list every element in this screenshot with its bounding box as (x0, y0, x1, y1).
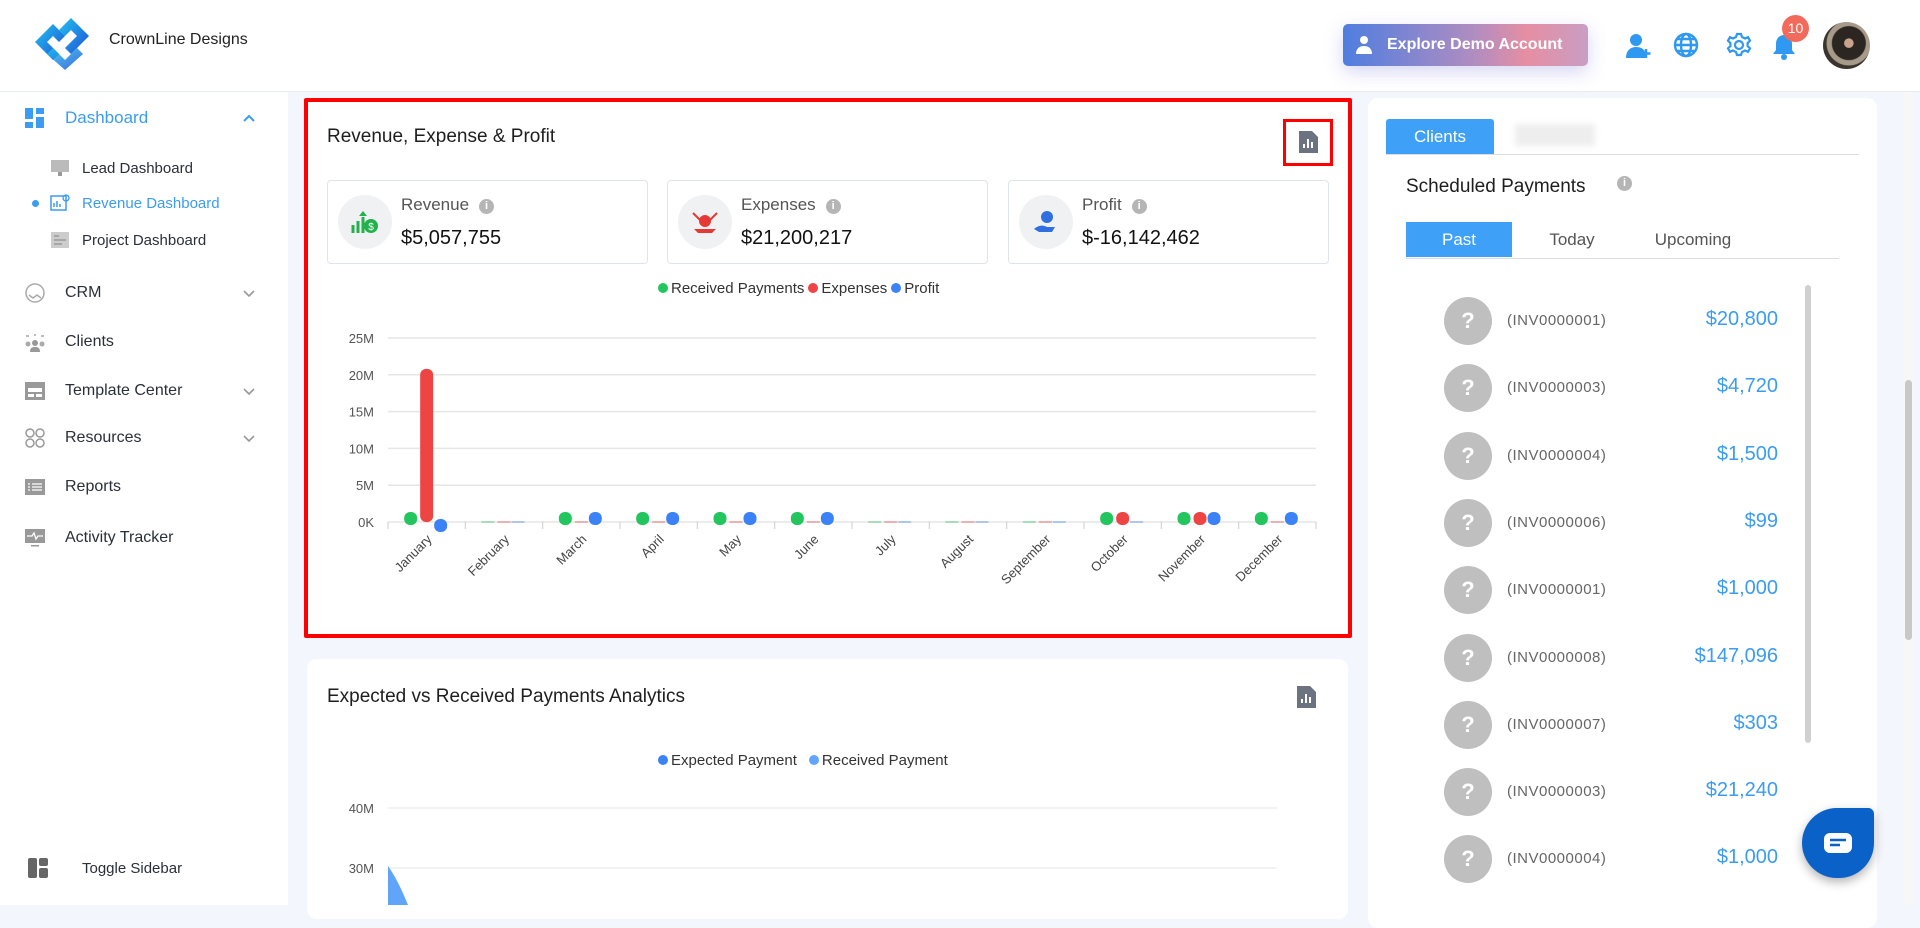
tab-clients[interactable]: Clients (1386, 119, 1494, 154)
payment-row[interactable]: ? (INV0000007) $303 (1440, 700, 1785, 750)
client-avatar: ? (1444, 835, 1492, 884)
payment-row[interactable]: ? (INV0000004) $1,500 (1440, 431, 1785, 481)
y-tick-label: 40M (349, 801, 374, 816)
payments-area-chart: 40M 30M (349, 801, 1277, 905)
scheduled-payments-title: Scheduled Payments (1406, 176, 1586, 197)
payment-row[interactable]: ? (INV0000003) $21,240 (1440, 767, 1785, 817)
y-tick-label: 30M (349, 861, 374, 876)
globe-icon[interactable] (1673, 32, 1699, 58)
invoice-number: (INV0000001) (1507, 581, 1607, 599)
client-avatar: ? (1444, 633, 1492, 682)
client-avatar: ? (1444, 768, 1492, 817)
payment-row[interactable]: ? (INV0000004) $1,000 (1440, 834, 1785, 884)
payment-amount: $1,000 (1716, 577, 1778, 600)
client-avatar: ? (1444, 700, 1492, 749)
payment-row[interactable]: ? (INV0000001) $20,800 (1440, 296, 1785, 346)
invoice-number: (INV0000003) (1507, 379, 1607, 397)
invoice-number: (INV0000007) (1507, 715, 1607, 733)
invoice-number: (INV0000004) (1507, 850, 1607, 868)
payment-amount: $1,500 (1716, 442, 1778, 465)
explore-demo-label: Explore Demo Account (1387, 36, 1563, 53)
payment-amount: $4,720 (1716, 375, 1778, 398)
payment-amount: $303 (1733, 711, 1779, 734)
chat-icon (1824, 833, 1852, 853)
payment-amount: $21,240 (1705, 779, 1778, 802)
invoice-number: (INV0000003) (1507, 783, 1607, 801)
payment-amount: $20,800 (1705, 308, 1778, 330)
tab-today[interactable]: Today (1530, 222, 1614, 257)
settings-gear-icon[interactable] (1726, 32, 1752, 58)
client-avatar: ? (1444, 498, 1492, 547)
tab-upcoming[interactable]: Upcoming (1635, 222, 1751, 257)
list-scrollbar[interactable] (1805, 285, 1811, 743)
add-user-icon[interactable] (1624, 32, 1652, 60)
chat-button[interactable] (1802, 808, 1874, 878)
tab-past[interactable]: Past (1406, 222, 1512, 257)
divider (1406, 258, 1839, 259)
user-avatar[interactable] (1823, 22, 1870, 69)
invoice-number: (INV0000001) (1507, 312, 1607, 329)
invoice-number: (INV0000004) (1507, 446, 1607, 464)
payment-row[interactable]: ? (INV0000001) $1,000 (1440, 565, 1785, 615)
divider (1386, 154, 1859, 155)
notification-badge: 10 (1782, 15, 1809, 42)
received-payment-area (388, 866, 408, 905)
client-avatar: ? (1444, 364, 1492, 413)
payment-row[interactable]: ? (INV0000003) $4,720 (1440, 363, 1785, 413)
tab-blurred[interactable] (1515, 124, 1595, 146)
client-avatar: ? (1444, 431, 1492, 480)
invoice-number: (INV0000006) (1507, 513, 1607, 531)
page-scrollbar-thumb[interactable] (1905, 380, 1912, 640)
client-avatar: ? (1444, 297, 1492, 345)
client-avatar: ? (1444, 566, 1492, 615)
info-icon[interactable]: i (1617, 176, 1632, 191)
payment-amount: $99 (1744, 509, 1778, 532)
payment-row[interactable]: ? (INV0000006) $99 (1440, 498, 1785, 548)
invoice-number: (INV0000008) (1507, 648, 1607, 666)
payment-row[interactable]: ? (INV0000008) $147,096 (1440, 633, 1785, 683)
payment-amount: $1,000 (1716, 846, 1778, 869)
payment-amount: $147,096 (1694, 644, 1778, 667)
